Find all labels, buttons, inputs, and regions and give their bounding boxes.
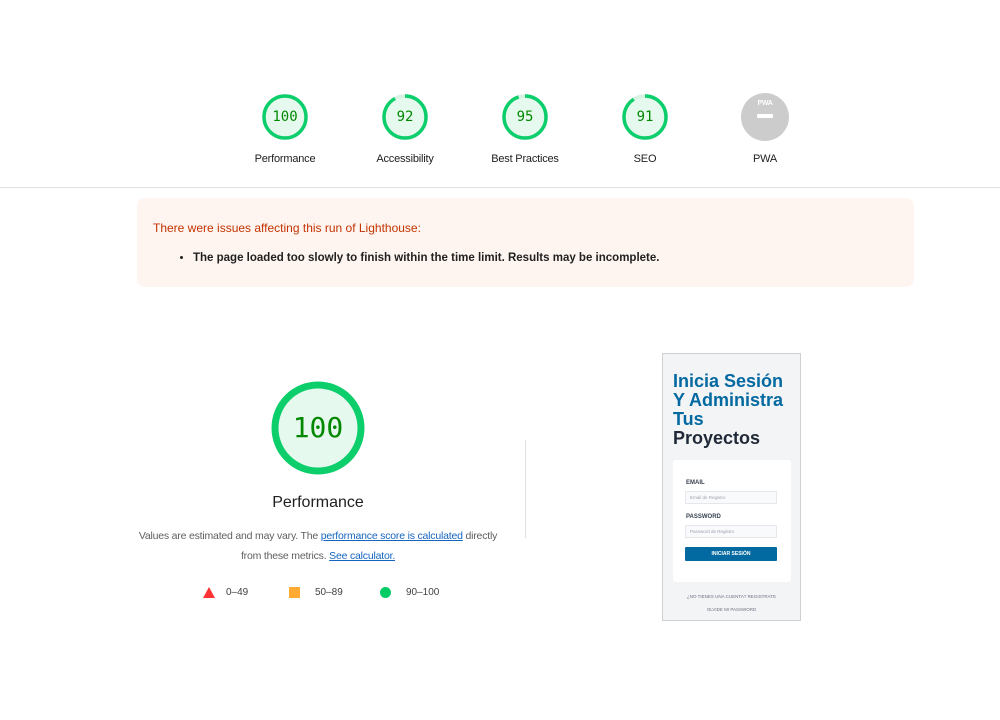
- gauge-score: 91: [636, 109, 654, 125]
- gauge-accessibility[interactable]: 92 Accessibility: [350, 93, 460, 165]
- gauge-best-practices[interactable]: 95 Best Practices: [470, 93, 580, 165]
- triangle-icon: [203, 587, 215, 598]
- header-divider: [0, 187, 1000, 188]
- thumb-heading-line: Proyectos: [673, 428, 761, 448]
- thumb-email-label: EMAIL: [686, 480, 705, 486]
- warning-item: The page loaded too slowly to finish wit…: [193, 252, 898, 264]
- gauge-label: Performance: [254, 153, 316, 165]
- see-calculator-link[interactable]: See calculator.: [329, 550, 395, 562]
- thumb-password-input: Password de Registro: [685, 525, 777, 538]
- gauge-label: PWA: [752, 153, 778, 165]
- thumb-submit-button: INICIAR SESIÓN: [685, 547, 777, 561]
- pwa-dash-icon: [757, 114, 773, 118]
- gauge-seo[interactable]: 91 SEO: [590, 93, 700, 165]
- legend-range: 50–89: [315, 587, 343, 598]
- performance-score: 100: [292, 411, 344, 444]
- vertical-divider: [525, 440, 526, 538]
- performance-note: Values are estimated and may vary. The p…: [130, 526, 506, 566]
- thumb-password-label: PASSWORD: [686, 514, 721, 520]
- thumb-heading-line: Y Administra: [673, 390, 784, 410]
- square-icon: [289, 587, 300, 598]
- thumb-heading-line: Tus: [673, 409, 704, 429]
- score-calculated-link[interactable]: performance score is calculated: [321, 530, 463, 542]
- circle-icon: [380, 587, 391, 598]
- score-gauges: 100 Performance 92 Accessibility 95 Best…: [0, 93, 1000, 173]
- gauge-pwa[interactable]: PWA PWA: [710, 93, 820, 165]
- performance-gauge: 100: [270, 380, 366, 476]
- gauge-performance[interactable]: 100 Performance: [230, 93, 340, 165]
- final-screenshot[interactable]: Inicia Sesión Y Administra Tus Proyectos…: [662, 353, 801, 621]
- thumb-heading-line: Inicia Sesión: [673, 371, 784, 391]
- warning-list: The page loaded too slowly to finish wit…: [153, 252, 898, 264]
- thumb-login-card: EMAIL Email de Registro PASSWORD Passwor…: [673, 460, 791, 582]
- warning-title: There were issues affecting this run of …: [153, 221, 421, 235]
- thumb-email-input: Email de Registro: [685, 491, 777, 504]
- gauge-label: SEO: [633, 153, 657, 165]
- gauge-label: Best Practices: [491, 153, 559, 165]
- legend-range: 0–49: [226, 587, 249, 598]
- performance-title: Performance: [272, 494, 364, 511]
- thumb-forgot-link: OLVIDE MI PASSWORD: [706, 607, 757, 612]
- pwa-badge-text: PWA: [757, 100, 773, 107]
- gauge-score: 100: [272, 109, 298, 125]
- gauge-score: 95: [516, 109, 534, 125]
- legend-range: 90–100: [406, 587, 440, 598]
- thumb-heading: Inicia Sesión Y Administra Tus Proyectos: [673, 372, 798, 448]
- note-text: Values are estimated and may vary. The: [138, 530, 321, 542]
- thumb-register-link: ¿NO TIENES UNA CUENTA? REGISTRATE: [686, 594, 776, 599]
- gauge-label: Accessibility: [376, 153, 434, 165]
- warning-box: There were issues affecting this run of …: [137, 198, 914, 287]
- gauge-score: 92: [396, 109, 414, 125]
